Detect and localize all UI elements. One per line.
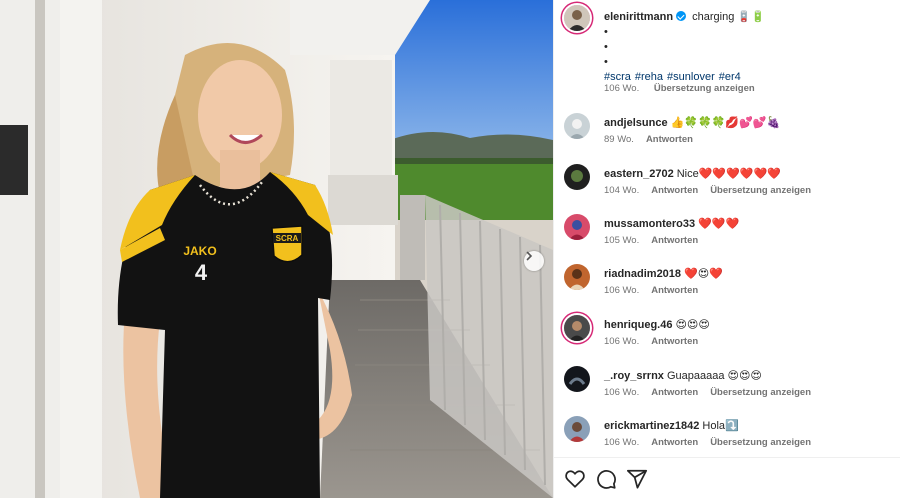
caption-dot: • <box>604 56 608 68</box>
comment-body: Guapaaaaa 😍😍😍 <box>666 370 762 382</box>
hashtag-link[interactable]: #sunlover <box>667 71 715 83</box>
reply-button[interactable]: Antworten <box>651 387 698 398</box>
comment-meta: 106 Wo. Antworten Übersetzung anzeigen <box>604 387 823 398</box>
comment-time: 106 Wo. <box>604 387 640 398</box>
reply-button[interactable]: Antworten <box>651 235 698 246</box>
comment-meta: 106 Wo. Antworten Übersetzung anzeigen <box>604 437 823 448</box>
like-button[interactable] <box>564 468 586 490</box>
comment-meta: 89 Wo. Antworten <box>604 134 705 145</box>
comment-time: 89 Wo. <box>604 134 634 145</box>
comment-body: ❤️❤️❤️ <box>698 218 740 230</box>
comment-text: andjelsunce 👍🍀🍀🍀💋💕💕🍇 <box>604 116 894 130</box>
reply-button[interactable]: Antworten <box>651 437 698 448</box>
verified-badge-icon <box>676 11 687 21</box>
share-button[interactable] <box>626 468 648 490</box>
comment-text: _.roy_srrnx Guapaaaaa 😍😍😍 <box>604 369 894 383</box>
caption-meta: 106 Wo. Übersetzung anzeigen <box>604 83 755 94</box>
comment-username[interactable]: riadnadim2018 <box>604 268 681 280</box>
reply-button[interactable]: Antworten <box>651 285 698 296</box>
badge-text: SCRA <box>276 234 299 243</box>
comment-time: 105 Wo. <box>604 235 640 246</box>
comment-text: mussamontero33 ❤️❤️❤️ <box>604 217 894 231</box>
commenter-avatar[interactable] <box>564 113 590 139</box>
comment-button[interactable] <box>595 468 617 490</box>
post-photo: SCRA JAKO 4 <box>0 0 553 498</box>
comment-text: eastern_2702 Nice❤️❤️❤️❤️❤️❤️ <box>604 167 894 181</box>
comment-body: ❤️😍❤️ <box>684 268 723 280</box>
comment-time: 106 Wo. <box>604 285 640 296</box>
comment-text: erickmartinez1842 Hola⤵️ <box>604 419 894 433</box>
hashtag-link[interactable]: #scra <box>604 71 631 83</box>
hashtag-link[interactable]: #reha <box>635 71 663 83</box>
post-image: SCRA JAKO 4 <box>0 0 553 498</box>
comment-username[interactable]: henriqueg.46 <box>604 319 672 331</box>
translate-link[interactable]: Übersetzung anzeigen <box>710 437 811 448</box>
comment-body: Nice❤️❤️❤️❤️❤️❤️ <box>676 168 781 180</box>
comment-username[interactable]: mussamontero33 <box>604 218 695 230</box>
commenter-avatar[interactable] <box>564 315 590 341</box>
comment-time: 104 Wo. <box>604 185 640 196</box>
author-avatar[interactable] <box>564 5 590 31</box>
comment-body: 😍😍😍 <box>675 319 710 331</box>
comment-body: 👍🍀🍀🍀💋💕💕🍇 <box>670 117 781 129</box>
caption-dot: • <box>604 41 608 53</box>
comment-meta: 106 Wo. Antworten <box>604 336 710 347</box>
caption-dot: • <box>604 26 608 38</box>
comment-meta: 105 Wo. Antworten <box>604 235 710 246</box>
commenter-avatar[interactable] <box>564 264 590 290</box>
comment-username[interactable]: _.roy_srrnx <box>604 370 664 382</box>
caption-time: 106 Wo. <box>604 83 640 94</box>
comment-time: 106 Wo. <box>604 336 640 347</box>
comment-username[interactable]: eastern_2702 <box>604 168 674 180</box>
jersey-brand-text: JAKO <box>183 244 216 258</box>
comment-meta: 104 Wo. Antworten Übersetzung anzeigen <box>604 185 823 196</box>
jersey-number-text: 4 <box>195 260 208 285</box>
reply-button[interactable]: Antworten <box>651 185 698 196</box>
hashtag-link[interactable]: #er4 <box>719 71 741 83</box>
carousel-next-button[interactable] <box>524 251 544 271</box>
commenter-avatar[interactable] <box>564 164 590 190</box>
comment-username[interactable]: andjelsunce <box>604 117 668 129</box>
post-side-panel: elenirittmann charging 🪫🔋 • • • #scra #re… <box>553 0 900 498</box>
comment-body: Hola⤵️ <box>702 420 739 432</box>
comment-icon <box>597 470 616 489</box>
comment-text: henriqueg.46 😍😍😍 <box>604 318 894 332</box>
post-author-username[interactable]: elenirittmann <box>604 11 673 23</box>
commenter-avatar[interactable] <box>564 416 590 442</box>
comment-text: riadnadim2018 ❤️😍❤️ <box>604 267 894 281</box>
heart-icon <box>565 470 585 488</box>
caption-body: • • • #scra #reha #sunlover #er4 <box>604 25 745 85</box>
post-action-bar <box>554 457 900 498</box>
translate-link[interactable]: Übersetzung anzeigen <box>710 387 811 398</box>
chevron-right-icon <box>526 251 533 261</box>
commenter-avatar[interactable] <box>564 366 590 392</box>
reply-button[interactable]: Antworten <box>651 336 698 347</box>
comment-time: 106 Wo. <box>604 437 640 448</box>
caption-translate-link[interactable]: Übersetzung anzeigen <box>654 83 755 94</box>
comment-username[interactable]: erickmartinez1842 <box>604 420 699 432</box>
caption-text: charging 🪫🔋 <box>692 11 765 23</box>
comment-meta: 106 Wo. Antworten <box>604 285 710 296</box>
reply-button[interactable]: Antworten <box>646 134 693 145</box>
comments-list: elenirittmann charging 🪫🔋 • • • #scra #re… <box>554 0 900 457</box>
translate-link[interactable]: Übersetzung anzeigen <box>710 185 811 196</box>
share-icon <box>626 469 648 489</box>
commenter-avatar[interactable] <box>564 214 590 240</box>
